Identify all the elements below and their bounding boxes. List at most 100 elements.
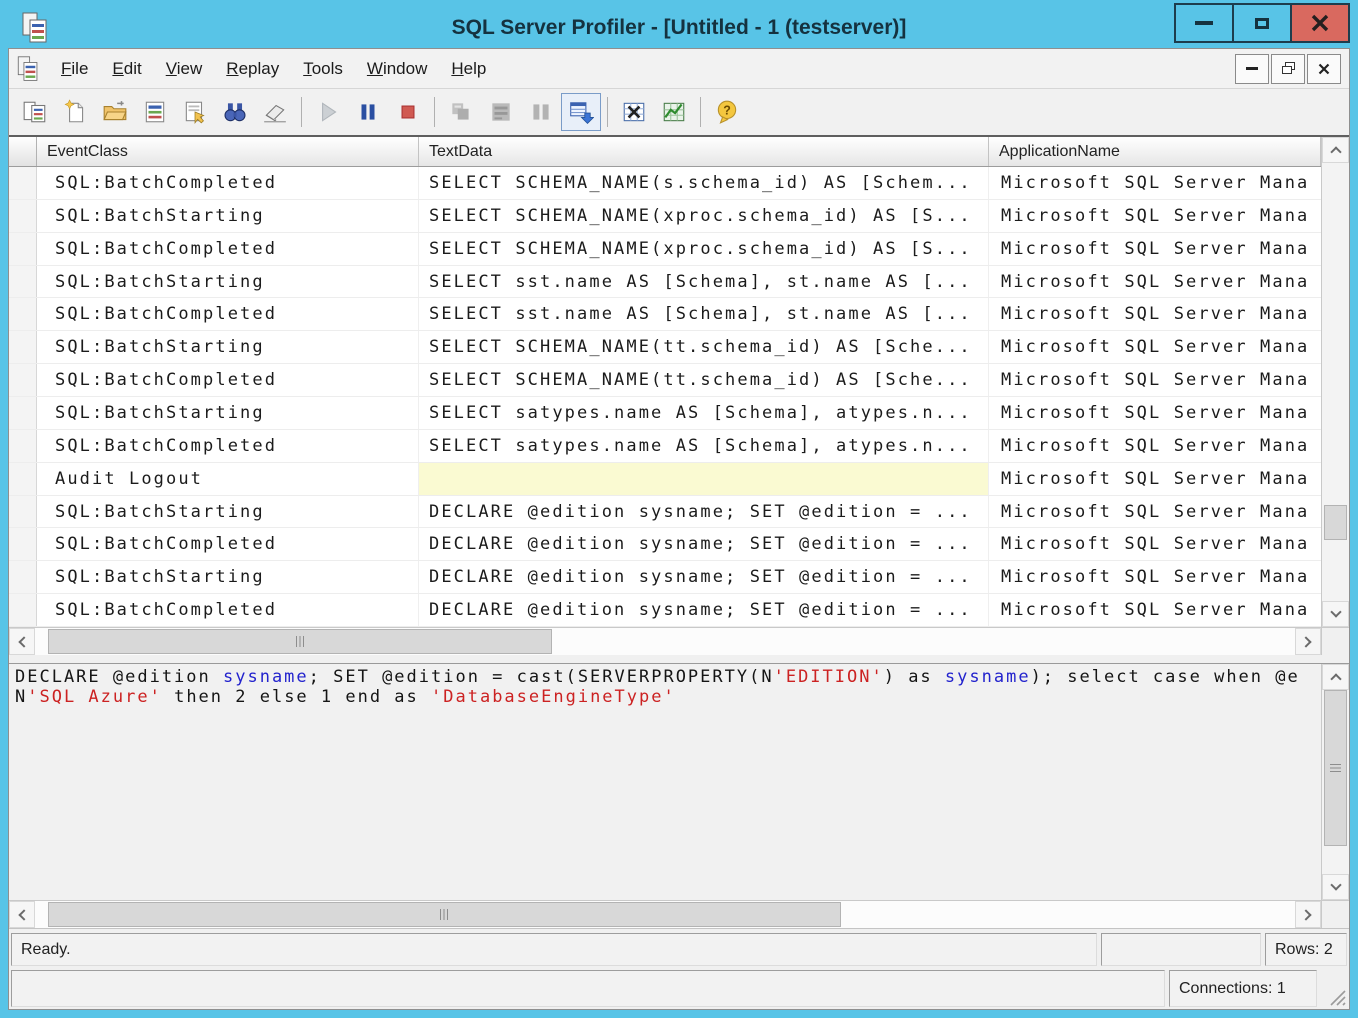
table-row[interactable]: SQL:BatchCompletedDECLARE @edition sysna… [9, 594, 1321, 627]
auto-scroll-button[interactable] [561, 93, 601, 131]
excel-export-button[interactable] [614, 93, 654, 131]
menu-edit[interactable]: Edit [100, 54, 153, 84]
help-icon: ? [714, 99, 740, 125]
minimize-button[interactable] [1174, 3, 1234, 43]
grid-rows: SQL:BatchCompletedSELECT SCHEMA_NAME(s.s… [9, 167, 1321, 627]
stop-trace-button[interactable] [388, 93, 428, 131]
table-row[interactable]: SQL:BatchStartingSELECT satypes.name AS … [9, 397, 1321, 430]
textdata-cell [419, 463, 989, 495]
scroll-right-button[interactable] [1295, 901, 1321, 928]
menu-replay[interactable]: Replay [214, 54, 291, 84]
textdata-cell: DECLARE @edition sysname; SET @edition =… [419, 561, 989, 593]
start-trace-button [308, 93, 348, 131]
menu-view[interactable]: View [154, 54, 215, 84]
mdi-restore-button[interactable] [1271, 54, 1305, 84]
start-trace-icon [315, 99, 341, 125]
column-header-applicationname[interactable]: ApplicationName [989, 137, 1321, 166]
applicationname-cell: Microsoft SQL Server Mana [989, 463, 1321, 495]
new-trace-icon [22, 99, 48, 125]
table-row[interactable]: SQL:BatchStartingSELECT SCHEMA_NAME(xpro… [9, 200, 1321, 233]
applicationname-cell: Microsoft SQL Server Mana [989, 298, 1321, 330]
grid-hscroll-track[interactable] [35, 628, 1295, 655]
maximize-button[interactable] [1232, 3, 1292, 43]
new-document-button[interactable] [55, 93, 95, 131]
table-row[interactable]: Audit Logout Microsoft SQL Server Mana [9, 463, 1321, 496]
textdata-cell: SELECT SCHEMA_NAME(tt.schema_id) AS [Sch… [419, 364, 989, 396]
window-title: SQL Server Profiler - [Untitled - 1 (tes… [8, 16, 1350, 40]
textdata-cell: SELECT satypes.name AS [Schema], atypes.… [419, 430, 989, 462]
toolbar: ? [9, 89, 1349, 135]
grid-header: EventClass TextData ApplicationName [9, 137, 1321, 167]
new-trace-button[interactable] [15, 93, 55, 131]
connection-status-bar: Connections: 1 [9, 967, 1349, 1009]
table-row[interactable]: SQL:BatchCompletedDECLARE @edition sysna… [9, 528, 1321, 561]
table-row[interactable]: SQL:BatchCompletedSELECT SCHEMA_NAME(xpr… [9, 233, 1321, 266]
scroll-down-button[interactable] [1322, 601, 1349, 627]
pause-trace-button[interactable] [348, 93, 388, 131]
scroll-down-button[interactable] [1322, 874, 1349, 900]
table-row[interactable]: SQL:BatchStartingDECLARE @edition sysnam… [9, 496, 1321, 529]
eventclass-cell: SQL:BatchCompleted [37, 594, 419, 626]
table-row[interactable]: SQL:BatchStartingSELECT SCHEMA_NAME(tt.s… [9, 331, 1321, 364]
grid-hscroll-thumb[interactable] [48, 629, 552, 654]
grid-vscroll-track[interactable] [1322, 163, 1349, 601]
row-selector-cell [9, 430, 37, 462]
textdata-cell: SELECT sst.name AS [Schema], st.name AS … [419, 298, 989, 330]
grid-vertical-scrollbar[interactable] [1321, 137, 1349, 627]
scroll-up-icon [1330, 146, 1341, 157]
table-row[interactable]: SQL:BatchCompletedSELECT sst.name AS [Sc… [9, 298, 1321, 331]
svg-text:?: ? [723, 103, 731, 117]
textdata-cell: SELECT SCHEMA_NAME(xproc.schema_id) AS [… [419, 200, 989, 232]
table-row[interactable]: SQL:BatchCompletedSELECT SCHEMA_NAME(tt.… [9, 364, 1321, 397]
find-button[interactable] [215, 93, 255, 131]
organize-events-icon [488, 99, 514, 125]
pane-splitter[interactable] [9, 655, 1349, 663]
grid-horizontal-scrollbar[interactable] [9, 628, 1321, 655]
scroll-right-icon [1300, 909, 1311, 920]
menu-window[interactable]: Window [355, 54, 439, 84]
row-selector-cell [9, 463, 37, 495]
menu-tools[interactable]: Tools [291, 54, 355, 84]
resize-grip[interactable] [1321, 970, 1347, 1007]
table-row[interactable]: SQL:BatchStartingSELECT sst.name AS [Sch… [9, 266, 1321, 299]
row-selector-cell [9, 594, 37, 626]
column-header-eventclass[interactable]: EventClass [37, 137, 419, 166]
scroll-up-button[interactable] [1322, 664, 1349, 690]
menu-file[interactable]: File [49, 54, 100, 84]
scroll-right-button[interactable] [1295, 628, 1321, 655]
mdi-close-button[interactable] [1307, 54, 1341, 84]
detail-vertical-scrollbar[interactable] [1321, 664, 1349, 900]
properties-icon [182, 99, 208, 125]
table-row[interactable]: SQL:BatchCompletedSELECT SCHEMA_NAME(s.s… [9, 167, 1321, 200]
scroll-left-button[interactable] [9, 901, 35, 928]
menu-help[interactable]: Help [439, 54, 498, 84]
table-row[interactable]: SQL:BatchCompletedSELECT satypes.name AS… [9, 430, 1321, 463]
properties-button[interactable] [175, 93, 215, 131]
detail-vscroll-thumb[interactable] [1324, 690, 1347, 846]
chart-view-button[interactable] [654, 93, 694, 131]
maximize-icon [1255, 18, 1269, 29]
mdi-minimize-button[interactable] [1235, 54, 1269, 84]
scroll-up-button[interactable] [1322, 137, 1349, 163]
detail-hscroll-track[interactable] [35, 901, 1295, 928]
row-selector-cell [9, 266, 37, 298]
detail-vscroll-track[interactable] [1322, 690, 1349, 874]
scroll-left-button[interactable] [9, 628, 35, 655]
sql-line: N'SQL Azure' then 2 else 1 end as 'Datab… [15, 687, 1315, 707]
grid-vscroll-thumb[interactable] [1324, 505, 1347, 540]
detail-hscroll-thumb[interactable] [48, 902, 842, 927]
table-row[interactable]: SQL:BatchStartingDECLARE @edition sysnam… [9, 561, 1321, 594]
trace-file-button[interactable] [135, 93, 175, 131]
clear-trace-button[interactable] [255, 93, 295, 131]
eventclass-cell: SQL:BatchStarting [37, 266, 419, 298]
scroll-right-icon [1300, 636, 1311, 647]
column-header-textdata[interactable]: TextData [419, 137, 989, 166]
help-button[interactable]: ? [707, 93, 747, 131]
scroll-left-icon [18, 636, 29, 647]
detail-horizontal-scrollbar[interactable] [9, 901, 1321, 928]
open-trace-button[interactable] [95, 93, 135, 131]
eventclass-cell: Audit Logout [37, 463, 419, 495]
close-button[interactable] [1290, 3, 1350, 43]
menu-items: FileEditViewReplayToolsWindowHelp [49, 54, 498, 84]
row-selector-cell [9, 167, 37, 199]
